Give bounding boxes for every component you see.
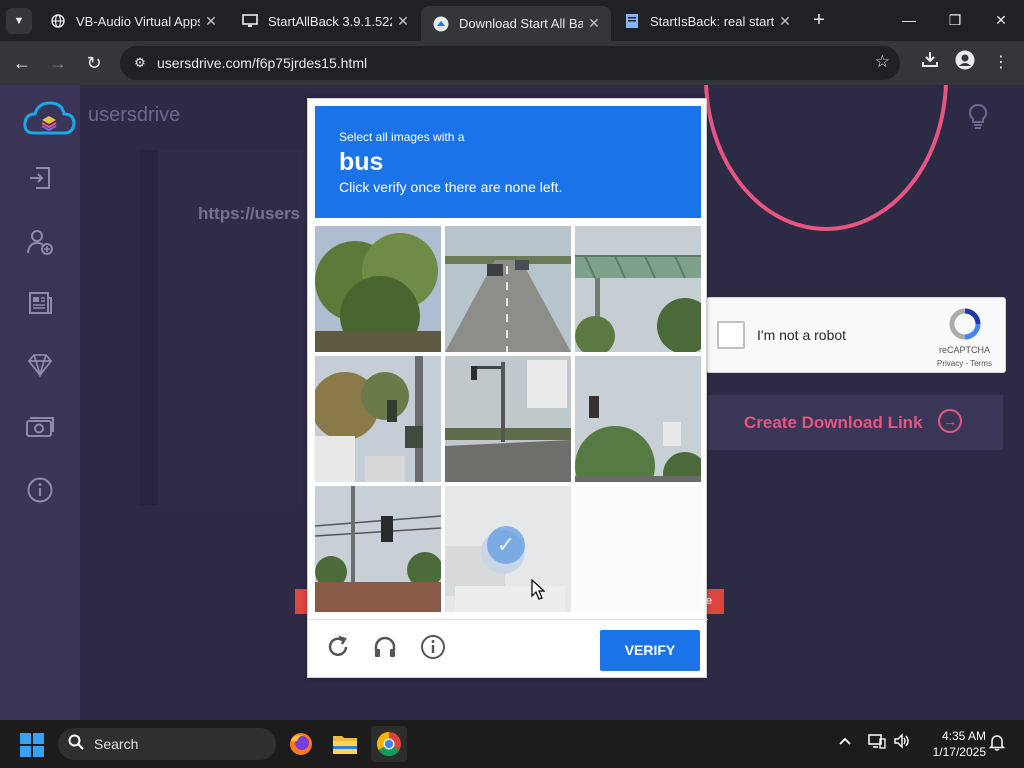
site-info-icon[interactable]: ⚙ xyxy=(130,53,150,73)
challenge-subtext: Click verify once there are none left. xyxy=(339,179,563,195)
challenge-tile-8-selected[interactable]: ✓ xyxy=(445,486,571,612)
tab-startallback[interactable]: StartAllBack 3.9.1.5222 ✕ xyxy=(230,6,420,36)
minimize-button[interactable]: — xyxy=(886,0,932,41)
tab-title: VB-Audio Virtual Apps xyxy=(76,13,200,29)
news-icon[interactable] xyxy=(25,290,55,320)
challenge-tile-4[interactable] xyxy=(315,356,441,482)
back-arrow-icon[interactable]: ← xyxy=(8,49,36,77)
money-icon[interactable] xyxy=(25,415,55,445)
info-icon[interactable] xyxy=(419,634,447,662)
check-icon: ✓ xyxy=(487,526,525,564)
challenge-tile-5[interactable] xyxy=(445,356,571,482)
tab-download-start-all-back[interactable]: Download Start All Back ✕ xyxy=(421,6,611,41)
recaptcha-challenge: Select all images with a bus Click verif… xyxy=(307,98,708,679)
tab-title: Download Start All Back xyxy=(459,16,583,31)
close-icon[interactable]: ✕ xyxy=(583,15,605,32)
network-icon[interactable] xyxy=(868,733,886,752)
search-icon xyxy=(68,734,84,755)
add-user-icon[interactable] xyxy=(25,228,55,258)
firefox-icon[interactable] xyxy=(283,726,319,762)
bookmark-star-icon[interactable]: ☆ xyxy=(875,52,890,72)
create-download-link-button[interactable]: Create Download Link → xyxy=(708,395,1003,450)
reload-icon[interactable] xyxy=(324,634,352,662)
windows-start-icon[interactable] xyxy=(20,733,44,757)
diamond-icon[interactable] xyxy=(25,353,55,383)
lightbulb-icon[interactable] xyxy=(966,103,990,135)
challenge-tile-3[interactable] xyxy=(575,226,701,352)
tab-title: StartAllBack 3.9.1.5222 xyxy=(268,13,392,29)
recaptcha-privacy-terms[interactable]: Privacy - Terms xyxy=(937,359,992,368)
chrome-icon[interactable] xyxy=(371,726,407,762)
close-icon[interactable]: ✕ xyxy=(774,13,796,30)
usersdrive-logo-icon[interactable] xyxy=(22,99,76,139)
forward-arrow-icon[interactable]: → xyxy=(44,49,72,77)
challenge-instruction: Select all images with a xyxy=(339,130,465,144)
taskbar-search[interactable]: Search xyxy=(58,728,276,760)
recaptcha-logo-icon xyxy=(947,308,983,340)
clock-time: 4:35 AM xyxy=(941,729,986,743)
challenge-target: bus xyxy=(339,148,384,176)
challenge-tile-7[interactable] xyxy=(315,486,441,612)
sidebar xyxy=(0,85,80,720)
info-icon[interactable] xyxy=(25,477,55,507)
challenge-footer: VERIFY xyxy=(308,619,708,679)
file-explorer-icon[interactable] xyxy=(327,726,363,762)
notification-bell-icon[interactable] xyxy=(988,733,1006,754)
usersdrive-favicon-icon xyxy=(433,16,449,32)
tab-strip: ▼ VB-Audio Virtual Apps ✕ StartAllBack 3… xyxy=(0,0,1024,41)
site-brand[interactable]: usersdrive xyxy=(88,104,180,127)
address-bar[interactable]: ⚙ usersdrive.com/f6p75jrdes15.html ☆ xyxy=(120,46,900,80)
windows-taskbar: Search 4:35 AM 1/17/2025 xyxy=(0,720,1024,768)
menu-kebab-icon[interactable]: ⋮ xyxy=(988,50,1014,76)
recaptcha-label: I'm not a robot xyxy=(757,327,847,343)
monitor-icon xyxy=(242,13,258,29)
challenge-tile-1[interactable] xyxy=(315,226,441,352)
url-text[interactable]: usersdrive.com/f6p75jrdes15.html xyxy=(157,55,367,71)
not-a-robot-checkbox[interactable] xyxy=(717,321,745,349)
clock-date: 1/17/2025 xyxy=(932,745,986,759)
globe-icon xyxy=(50,13,66,29)
recaptcha-brand: reCAPTCHA xyxy=(939,345,991,355)
link-text: https://users xyxy=(198,204,301,223)
login-icon[interactable] xyxy=(25,165,55,195)
audio-challenge-headphones-icon[interactable] xyxy=(371,634,399,662)
arrow-right-circle-icon: → xyxy=(938,409,962,433)
challenge-tile-9-loading[interactable] xyxy=(575,486,701,612)
close-icon[interactable]: ✕ xyxy=(200,13,222,30)
verify-button[interactable]: VERIFY xyxy=(600,630,700,671)
tab-vb-audio[interactable]: VB-Audio Virtual Apps ✕ xyxy=(38,6,228,36)
download-icon[interactable] xyxy=(917,50,943,76)
close-window-button[interactable]: ✕ xyxy=(978,0,1024,41)
new-tab-button[interactable]: + xyxy=(808,8,830,32)
search-label: Search xyxy=(94,736,139,752)
tab-startisback[interactable]: StartIsBack: real start m ✕ xyxy=(612,6,802,36)
mouse-cursor-icon xyxy=(531,578,546,601)
challenge-tile-2[interactable] xyxy=(445,226,571,352)
challenge-header: Select all images with a bus Click verif… xyxy=(315,106,701,218)
browser-toolbar: ← → ↻ ⚙ usersdrive.com/f6p75jrdes15.html… xyxy=(0,41,1024,85)
tab-search-button[interactable]: ▼ xyxy=(6,8,32,34)
tab-title: StartIsBack: real start m xyxy=(650,13,774,29)
chevron-up-icon[interactable] xyxy=(838,733,852,749)
create-download-link-label: Create Download Link xyxy=(744,413,923,432)
reload-icon[interactable]: ↻ xyxy=(80,49,108,77)
progress-ring xyxy=(704,85,948,231)
challenge-tile-6[interactable] xyxy=(575,356,701,482)
taskbar-clock[interactable]: 4:35 AM 1/17/2025 xyxy=(920,728,986,760)
profile-icon[interactable] xyxy=(952,50,978,76)
maximize-button[interactable]: ❐ xyxy=(932,0,978,41)
close-icon[interactable]: ✕ xyxy=(392,13,414,30)
recaptcha-widget: I'm not a robot reCAPTCHA Privacy - Term… xyxy=(706,297,1006,373)
volume-icon[interactable] xyxy=(893,733,911,752)
document-icon xyxy=(624,13,640,29)
